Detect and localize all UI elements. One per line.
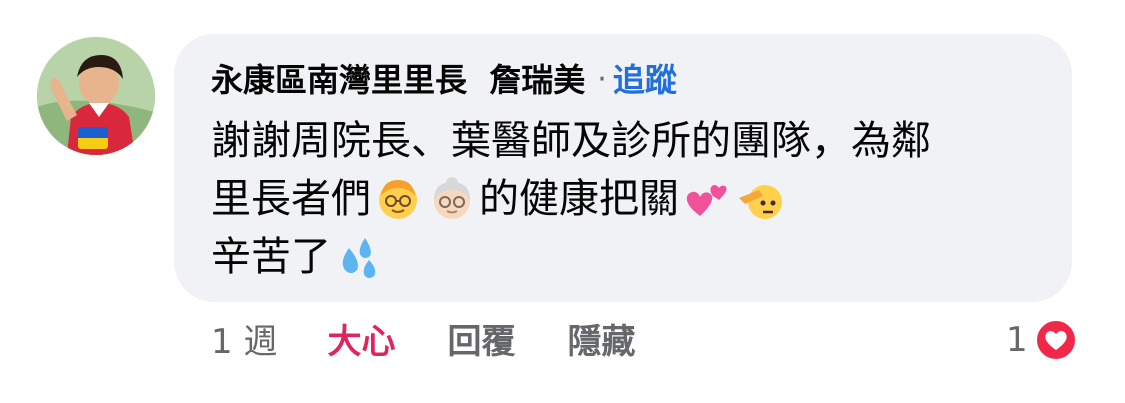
older-man-emoji (379, 180, 417, 219)
comment-text: 謝謝周院長、葉醫師及診所的團隊，為鄰 里長者們 的健康把關 辛苦了 (211, 112, 931, 286)
comment-line-3: 辛苦了 (211, 228, 931, 286)
ukraine-flag-badge (78, 127, 108, 149)
hide-button[interactable]: 隱藏 (567, 316, 635, 368)
saluting-face-emoji (739, 185, 782, 219)
comment-text-4: 辛苦了 (211, 234, 331, 280)
comment-header: 永康區南灣里里長 詹瑞美 · 追蹤 (211, 58, 677, 102)
comment-line-1: 謝謝周院長、葉醫師及診所的團隊，為鄰 (211, 112, 931, 170)
love-reaction-icon (1034, 319, 1077, 361)
comment-text-2: 里長者們 (211, 176, 371, 222)
separator-dot: · (597, 62, 607, 97)
timestamp[interactable]: 1 週 (211, 316, 277, 368)
comment-actions: 1 週 大心 回覆 隱藏 (211, 316, 635, 368)
comment-line-2: 里長者們 的健康把關 (211, 170, 931, 228)
comment-text-1: 謝謝周院長、葉醫師及診所的團隊，為鄰 (211, 118, 931, 164)
follow-link[interactable]: 追蹤 (613, 58, 677, 102)
author-name[interactable]: 永康區南灣里里長 詹瑞美 (211, 58, 585, 102)
older-woman-emoji (434, 177, 470, 219)
sweat-droplets-emoji (342, 238, 376, 278)
two-hearts-emoji (686, 185, 727, 216)
reaction-summary[interactable]: 1 (1006, 318, 1078, 362)
reply-button[interactable]: 回覆 (447, 316, 515, 368)
comment-text-3: 的健康把關 (479, 176, 679, 222)
love-reaction-button[interactable]: 大心 (327, 316, 395, 368)
reaction-count: 1 (1006, 320, 1028, 360)
